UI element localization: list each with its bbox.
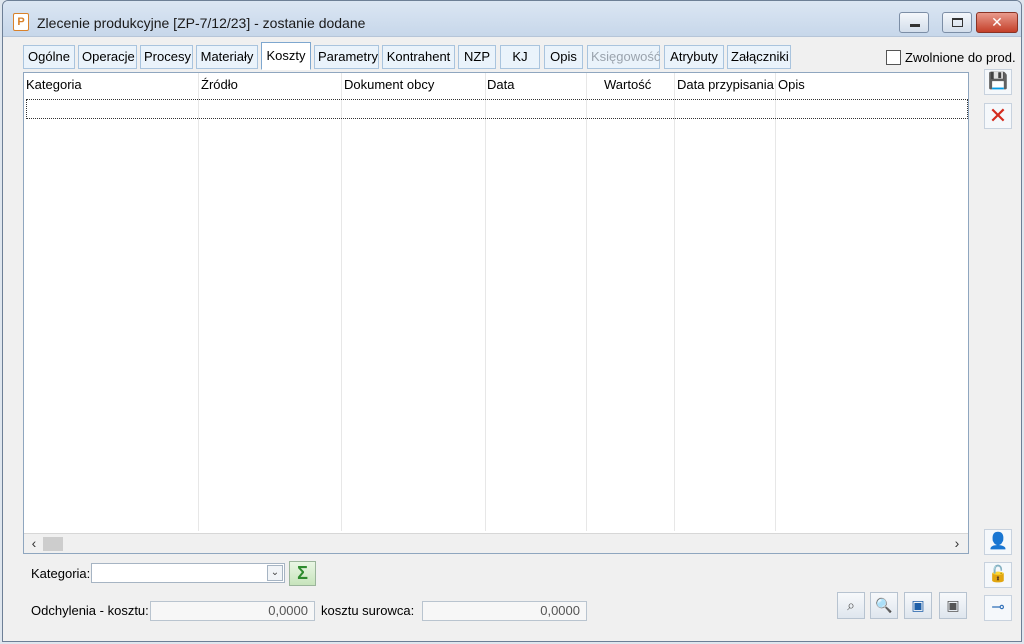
horizontal-scrollbar[interactable]: ‹ › [24,533,968,553]
column-header-description[interactable]: Opis [778,77,805,92]
deviation-label: Odchylenia - kosztu: [31,603,149,618]
close-button[interactable]: ✕ [976,12,1018,33]
raw-cost-label: kosztu surowca: [321,603,415,618]
column-header-category[interactable]: Kategoria [26,77,82,92]
tab-procesy[interactable]: Procesy [140,45,193,69]
grid-header: Kategoria Źródło Dokument obcy Data Wart… [24,73,968,97]
column-header-source[interactable]: Źródło [201,77,238,92]
column-separator [198,73,199,531]
scroll-left-icon[interactable]: ‹ [25,535,43,552]
minimize-button[interactable] [899,12,929,33]
save-button[interactable]: 💾 [984,69,1012,95]
column-separator [341,73,342,531]
book-icon: ▣ [911,597,925,613]
column-header-value[interactable]: Wartość [604,77,651,92]
scroll-right-icon[interactable]: › [948,535,966,552]
column-header-date[interactable]: Data [487,77,514,92]
released-checkbox-label: Zwolnione do prod. [905,50,1016,66]
zoom-button[interactable]: 🔍 [870,592,898,619]
minimize-icon [910,24,920,27]
sigma-icon: Σ [297,563,308,583]
chevron-down-icon[interactable]: ⌄ [267,565,283,581]
pin-button[interactable]: ⊸ [984,595,1012,621]
delete-icon: ✕ [988,103,1008,128]
pin-icon: ⊸ [991,599,1005,616]
column-separator [775,73,776,531]
column-separator [674,73,675,531]
category-label: Kategoria: [31,566,91,581]
maximize-icon [952,18,963,27]
maximize-button[interactable] [942,12,972,33]
tab-koszty[interactable]: Koszty [261,42,311,70]
table-row[interactable] [26,99,968,119]
tab-materialy[interactable]: Materiały [196,45,258,69]
tab-nzp[interactable]: NZP [458,45,496,69]
tab-opis[interactable]: Opis [544,45,583,69]
lock-icon: 🔓 [988,566,1008,583]
tab-kontrahent[interactable]: Kontrahent [382,45,455,69]
book-disabled-button: ▣ [939,592,967,619]
user-cost-button[interactable]: 👤 [984,529,1012,555]
zoom-icon: 🔍 [875,597,893,613]
production-order-window: P Zlecenie produkcyjne [ZP-7/12/23] - zo… [2,0,1022,642]
zoom-document-icon: ⌕ [847,597,855,613]
zoom-document-button[interactable]: ⌕ [837,592,865,619]
tab-zalaczniki[interactable]: Załączniki [727,45,791,69]
column-separator [485,73,486,531]
column-separator [586,73,587,531]
user-icon: 👤 [988,533,1008,550]
book-button[interactable]: ▣ [904,592,932,619]
save-icon: 💾 [988,73,1008,90]
delete-button[interactable]: ✕ [984,103,1012,129]
released-to-production[interactable]: Zwolnione do prod. [886,49,1016,66]
category-select[interactable]: ⌄ [91,563,285,583]
close-icon: ✕ [991,14,1003,30]
column-header-external-document[interactable]: Dokument obcy [344,77,434,92]
tab-kj[interactable]: KJ [500,45,540,69]
title-bar[interactable]: P Zlecenie produkcyjne [ZP-7/12/23] - zo… [3,1,1021,37]
raw-cost-field[interactable]: 0,0000 [422,601,587,621]
tab-operacje[interactable]: Operacje [78,45,137,69]
book-disabled-icon: ▣ [946,597,960,613]
window-title: Zlecenie produkcyjne [ZP-7/12/23] - zost… [37,15,366,31]
column-header-assignment-date[interactable]: Data przypisania [677,77,774,92]
tab-atrybuty[interactable]: Atrybuty [664,45,724,69]
deviation-cost-field[interactable]: 0,0000 [150,601,315,621]
tab-ksiegowosc: Księgowość [587,45,660,69]
tab-parametry[interactable]: Parametry [314,45,379,69]
tab-ogolne[interactable]: Ogólne [23,45,75,69]
app-icon: P [13,13,29,31]
lock-button[interactable]: 🔓 [984,562,1012,588]
sum-button[interactable]: Σ [289,561,316,586]
costs-grid[interactable]: Kategoria Źródło Dokument obcy Data Wart… [23,72,969,554]
scrollbar-thumb[interactable] [43,537,63,551]
released-checkbox[interactable] [886,50,901,66]
